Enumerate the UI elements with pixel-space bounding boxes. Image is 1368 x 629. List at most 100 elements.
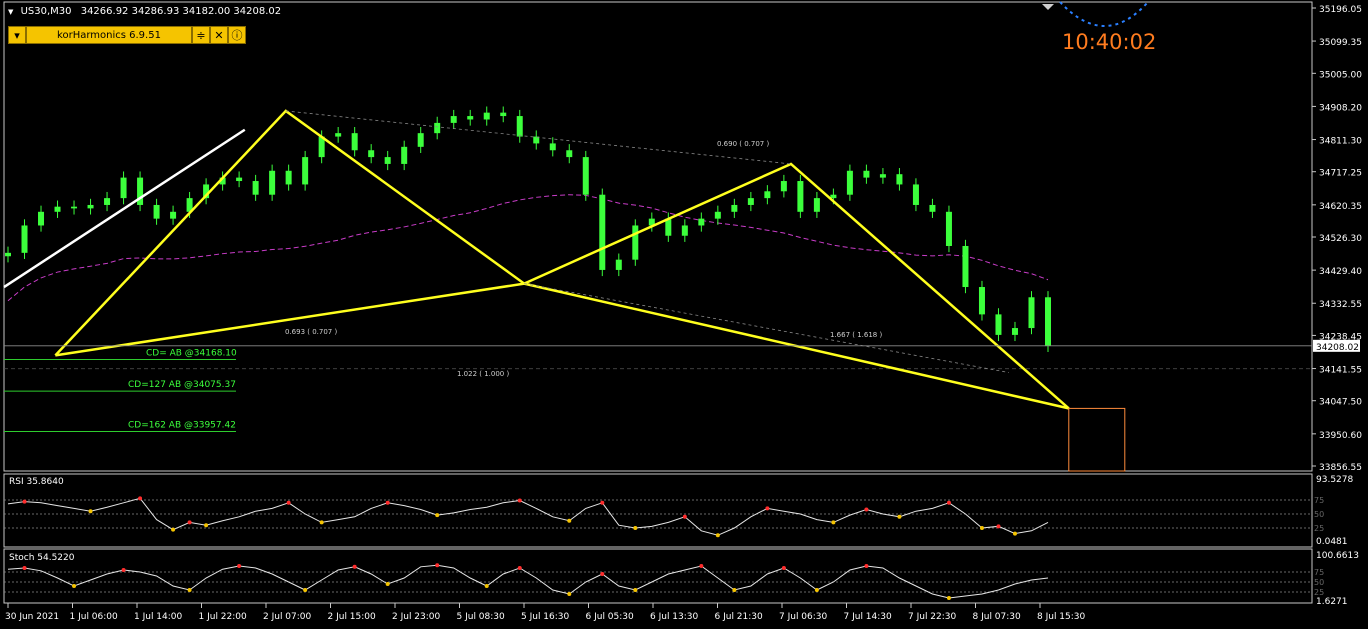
ratio-connector (285, 110, 792, 165)
indicator-name-button[interactable]: korHarmonics 6.9.51 (26, 26, 192, 44)
harmonic-1-base (55, 282, 525, 357)
rsi-peak-dot (682, 514, 687, 519)
candle-body (780, 181, 787, 192)
time-tick-label: 7 Jul 14:30 (844, 612, 893, 622)
rsi-trough-dot (715, 533, 720, 538)
price-tick-label: 34332.55 (1319, 300, 1362, 310)
candle-body (21, 225, 28, 253)
time-tick-label: 30 Jun 2021 (5, 612, 59, 622)
rsi-peak-dot (864, 507, 869, 512)
stoch-trough-dot (385, 582, 390, 586)
candle-body (599, 194, 606, 270)
candle-body (632, 225, 639, 260)
stoch-scale-max: 100.6613 (1316, 551, 1359, 561)
price-tick-label: 35196.05 (1319, 5, 1362, 15)
stoch-peak-dot (517, 566, 522, 570)
time-tick-label: 6 Jul 05:30 (586, 612, 635, 622)
candle-body (483, 112, 490, 120)
symbol-header: ▼ US30,M30 34266.92 34286.93 34182.00 34… (8, 6, 281, 17)
indicator-toolbar: ▾ korHarmonics 6.9.51 ≑ ✕ ⓘ (8, 26, 246, 44)
stoch-trough-dot (946, 596, 951, 600)
cd-level-label: CD= AB @34168.10 (146, 348, 237, 358)
time-tick-label: 8 Jul 15:30 (1037, 612, 1086, 622)
collapse-icon[interactable]: ▾ (8, 26, 26, 44)
rsi-trough-dot (897, 514, 902, 519)
rsi-level-label: 25 (1314, 524, 1324, 533)
rsi-level-label: 75 (1314, 496, 1324, 505)
rsi-scale-min: 0.0481 (1316, 537, 1348, 547)
candle-body (1011, 328, 1018, 335)
stoch-level-label: 50 (1314, 578, 1324, 587)
candle-body (434, 122, 441, 134)
rsi-frame (3, 473, 1313, 548)
ratio-connector (524, 283, 1009, 373)
time-tick-label: 7 Jul 22:30 (908, 612, 957, 622)
ratio-label: 1.667 ( 1.618 ) (830, 331, 882, 339)
candle-body (995, 314, 1002, 335)
price-tick-label: 34717.25 (1319, 169, 1362, 179)
price-tick-label: 34620.35 (1319, 202, 1362, 212)
candle-body (912, 184, 919, 205)
price-tick-label: 34908.20 (1319, 103, 1362, 113)
rsi-trough-dot (831, 520, 836, 525)
candle-body (1045, 297, 1051, 346)
stoch-trough-dot (72, 584, 77, 588)
candle-body (896, 174, 903, 185)
rsi-level-label: 50 (1314, 510, 1324, 519)
candle-body (252, 181, 259, 195)
chart-window[interactable]: CD= AB @34168.10 CD=127 AB @34075.37 CD=16… (0, 0, 1368, 625)
stoch-level-label: 25 (1314, 588, 1324, 597)
candle-body (615, 259, 622, 270)
candle-body (351, 133, 358, 151)
chevron-down-icon[interactable]: ▼ (8, 8, 13, 16)
stoch-peak-dot (237, 564, 242, 568)
stoch-peak-dot (435, 563, 440, 568)
stoch-trough-dot (633, 588, 638, 592)
rsi-peak-dot (946, 500, 951, 505)
stoch-peak-dot (22, 566, 27, 570)
candle-body (467, 116, 474, 120)
last-price-label: 34208.02 (1316, 343, 1359, 353)
time-tick-label: 2 Jul 23:00 (392, 612, 441, 622)
rsi-trough-dot (567, 518, 572, 523)
chart-canvas[interactable]: CD= AB @34168.10 CD=127 AB @34075.37 CD=16… (0, 0, 1368, 625)
ratio-label: 0.693 ( 0.707 ) (285, 328, 337, 336)
rsi-title: RSI 35.8640 (9, 477, 64, 487)
candle-body (978, 287, 985, 315)
cd-level-label: CD=127 AB @34075.37 (128, 380, 236, 390)
rsi-peak-dot (996, 524, 1001, 529)
stoch-peak-dot (699, 564, 704, 568)
rsi-trough-dot (319, 520, 324, 525)
harmonic-2-leg (523, 162, 1070, 410)
price-tick-label: 35099.35 (1319, 38, 1362, 48)
stoch-scale-min: 1.6271 (1316, 597, 1348, 607)
candle-body (929, 204, 936, 212)
candle-body (945, 211, 952, 246)
price-tick-label: 33950.60 (1319, 431, 1362, 441)
candle-body (764, 191, 771, 199)
candle-body (170, 211, 177, 219)
candle-body (269, 170, 276, 195)
candle-body (417, 133, 424, 147)
candle-body (846, 170, 853, 195)
symbol-name: US30,M30 (20, 6, 72, 17)
ohlc-values: 34266.92 34286.93 34182.00 34208.02 (80, 6, 282, 17)
time-tick-label: 6 Jul 21:30 (715, 612, 764, 622)
stoch-trough-dot (567, 592, 572, 596)
candle-body (450, 116, 457, 123)
candle-body (236, 177, 243, 182)
sliders-icon[interactable]: ≑ (192, 26, 210, 44)
rsi-trough-dot (171, 527, 176, 532)
price-tick-label: 34141.55 (1319, 366, 1362, 376)
candle-body (335, 133, 342, 137)
candle-body (500, 112, 507, 117)
candle-body (285, 170, 292, 185)
candle-body (153, 204, 160, 219)
stoch-level-label: 75 (1314, 568, 1324, 577)
rsi-peak-dot (765, 506, 770, 511)
info-icon[interactable]: ⓘ (228, 26, 246, 44)
candle-body (714, 211, 721, 219)
tools-icon[interactable]: ✕ (210, 26, 228, 44)
candle-body (549, 143, 556, 151)
rsi-trough-dot (435, 513, 440, 518)
